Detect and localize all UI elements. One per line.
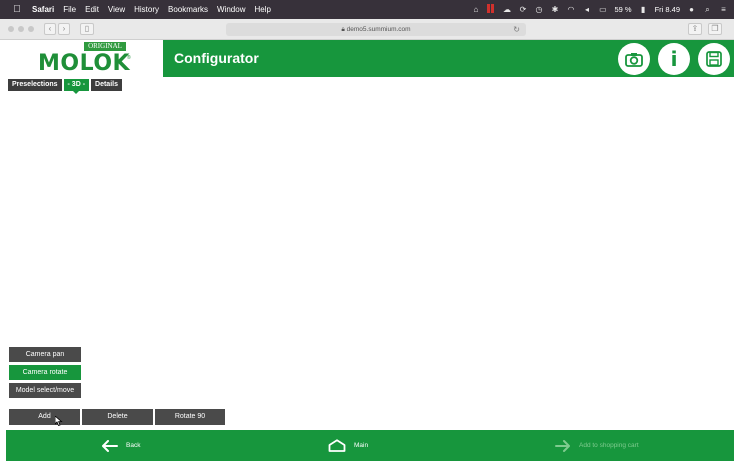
menu-file[interactable]: File <box>63 5 76 14</box>
delete-button[interactable]: Delete <box>82 409 153 425</box>
tabs-overview-icon[interactable]: ❐ <box>708 23 722 35</box>
page-title: Configurator <box>174 50 259 66</box>
add-button[interactable]: Add <box>9 409 80 425</box>
address-bar[interactable]: 🔒︎ demo5.summium.com ↻ <box>226 23 526 36</box>
back-footer-button[interactable]: Back <box>101 430 140 461</box>
screenshot-button[interactable] <box>618 43 650 75</box>
menu-edit[interactable]: Edit <box>85 5 99 14</box>
share-icon[interactable]: ⇪ <box>688 23 702 35</box>
menu-help[interactable]: Help <box>254 5 270 14</box>
macos-menubar:  Safari File Edit View History Bookmark… <box>0 0 734 19</box>
save-icon <box>706 51 722 67</box>
spotlight-icon[interactable]: ⌕ <box>703 5 712 14</box>
add-to-cart-label: Add to shopping cart <box>579 442 639 449</box>
zoom-window-button[interactable] <box>28 26 34 32</box>
cloud-icon[interactable]: ☁ <box>502 5 511 14</box>
close-window-button[interactable] <box>8 26 14 32</box>
forward-nav-button[interactable]: › <box>58 23 70 35</box>
sidebar-toggle-icon[interactable]: ▯ <box>80 23 94 35</box>
3d-viewport[interactable] <box>0 95 734 430</box>
url-text: demo5.summium.com <box>346 26 411 33</box>
model-select-move-button[interactable]: Model select/move <box>9 383 81 398</box>
back-label: Back <box>126 442 141 449</box>
record-indicator-icon[interactable] <box>487 4 495 15</box>
reload-icon[interactable]: ↻ <box>513 23 520 36</box>
menubar-status-area: ⌂ ☁ ⟳ ◷ ✱ ◠ ◂ ▭ 59 % ▮ Fri 8.49 ● ⌕ ≡ <box>471 0 728 19</box>
info-icon: i <box>670 47 678 71</box>
menu-bookmarks[interactable]: Bookmarks <box>168 5 208 14</box>
battery-icon[interactable]: ▮ <box>639 5 648 14</box>
user-icon[interactable]: ⌂ <box>471 5 480 14</box>
menu-app-safari[interactable]: Safari <box>32 5 54 14</box>
menu-history[interactable]: History <box>134 5 159 14</box>
tab-details[interactable]: Details <box>91 79 122 91</box>
menu-view[interactable]: View <box>108 5 125 14</box>
minimize-window-button[interactable] <box>18 26 24 32</box>
molok-logo[interactable]: MOLOK <box>38 52 130 76</box>
save-button[interactable] <box>698 43 730 75</box>
bluetooth-icon[interactable]: ✱ <box>550 5 559 14</box>
notification-center-icon[interactable]: ≡ <box>719 5 728 14</box>
registered-mark: ® <box>127 55 131 61</box>
wifi-icon[interactable]: ◠ <box>566 5 575 14</box>
arrow-back-icon <box>102 439 118 452</box>
battery-percentage[interactable]: 59 % <box>614 5 631 14</box>
tab-3d[interactable]: - 3D - <box>63 79 90 94</box>
view-tabs: Preselections - 3D - Details <box>8 79 122 94</box>
add-to-cart-footer-button[interactable]: Add to shopping cart <box>555 430 639 461</box>
rotate-90-button[interactable]: Rotate 90 <box>155 409 225 425</box>
menubar-clock[interactable]: Fri 8.49 <box>655 5 680 14</box>
browser-toolbar: ‹ › ▯ 🔒︎ demo5.summium.com ↻ ⇪ ❐ <box>0 19 734 40</box>
main-label: Main <box>354 442 369 449</box>
menu-window[interactable]: Window <box>217 5 245 14</box>
tab-preselections[interactable]: Preselections <box>8 79 62 91</box>
info-button[interactable]: i <box>658 43 690 75</box>
home-icon <box>328 439 346 452</box>
volume-icon[interactable]: ◂ <box>582 5 591 14</box>
main-footer-button[interactable]: Main <box>328 430 368 461</box>
back-nav-button[interactable]: ‹ <box>44 23 56 35</box>
camera-icon <box>625 52 643 67</box>
siri-icon[interactable]: ● <box>687 5 696 14</box>
display-icon[interactable]: ▭ <box>598 5 607 14</box>
apple-menu-icon[interactable]:  <box>10 4 24 15</box>
sync-icon[interactable]: ⟳ <box>518 5 527 14</box>
app-header: Configurator i <box>163 40 734 77</box>
camera-pan-button[interactable]: Camera pan <box>9 347 81 362</box>
mouse-pointer-icon <box>55 416 63 426</box>
footer-bar: Back Main Add to shopping cart <box>6 430 734 461</box>
logo-original-badge: ORIGINAL <box>84 42 126 51</box>
arrow-forward-icon <box>555 439 570 452</box>
camera-rotate-button[interactable]: Camera rotate <box>9 365 81 380</box>
time-machine-icon[interactable]: ◷ <box>534 5 543 14</box>
